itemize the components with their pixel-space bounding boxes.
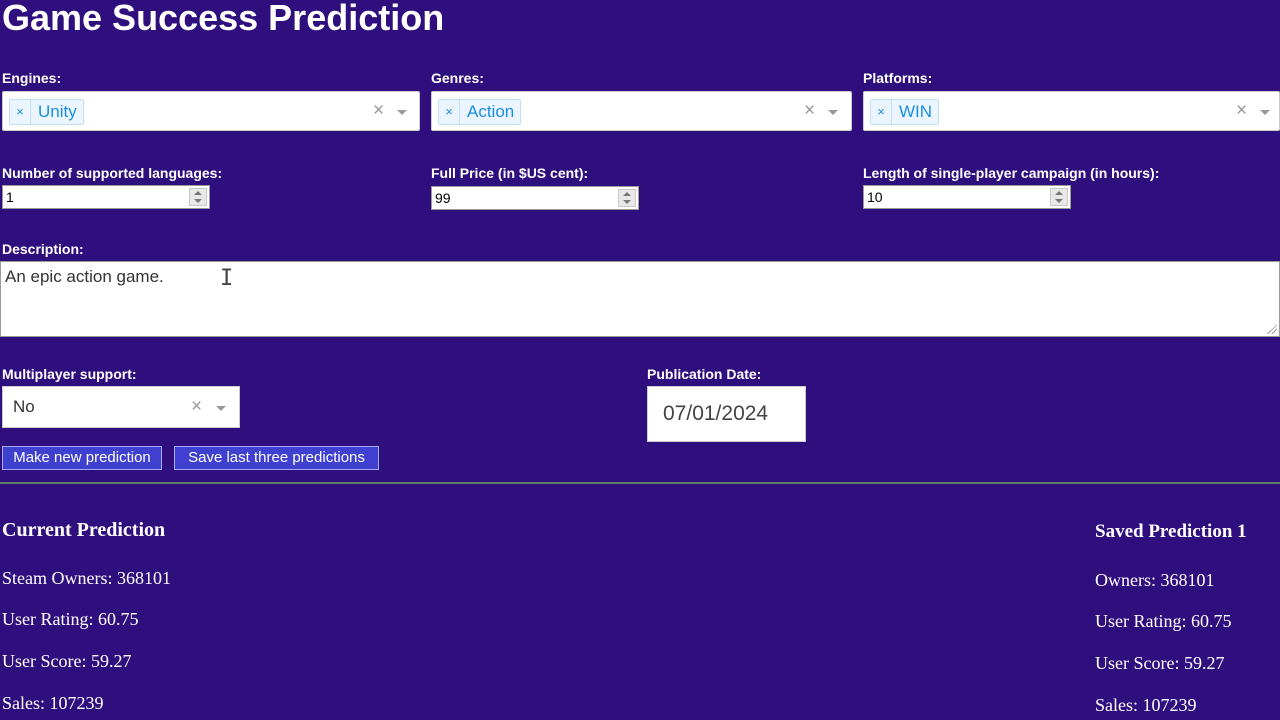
platform-chip-label: WIN [899,102,933,121]
chevron-down-icon[interactable] [828,110,838,115]
page-title: Game Success Prediction [2,0,445,38]
make-prediction-button[interactable]: Make new prediction [2,446,162,470]
description-textarea[interactable]: An epic action game. [0,261,1280,337]
current-score: User Score: 59.27 [2,651,132,671]
clear-icon[interactable]: × [373,101,384,121]
remove-chip-icon[interactable]: × [871,100,892,124]
languages-input[interactable]: 1 [2,185,210,209]
publication-date-value: 07/01/2024 [663,402,769,425]
engines-label: Engines: [2,70,62,86]
text-cursor-icon: I [220,266,234,291]
genre-chip-label: Action [467,102,515,121]
platforms-select[interactable]: × WIN × [863,91,1280,131]
platforms-label: Platforms: [863,70,933,86]
save-predictions-button[interactable]: Save last three predictions [174,446,379,470]
genres-select[interactable]: × Action × [431,91,852,131]
clear-icon[interactable]: × [1236,101,1247,121]
clear-icon[interactable]: × [191,397,202,417]
saved-owners: Owners: 368101 [1095,570,1215,590]
divider [0,482,1280,484]
multiplayer-value: No [13,397,35,416]
description-label: Description: [2,241,84,257]
remove-chip-icon[interactable]: × [10,100,31,124]
current-rating: User Rating: 60.75 [2,609,139,629]
saved-prediction-heading: Saved Prediction 1 [1095,521,1247,542]
spinner-icon[interactable] [618,189,636,207]
current-prediction-heading: Current Prediction [2,519,166,541]
resize-handle-icon[interactable] [1267,324,1277,334]
saved-rating: User Rating: 60.75 [1095,611,1232,631]
chevron-down-icon[interactable] [216,406,226,411]
campaign-input[interactable]: 10 [863,185,1071,209]
spinner-icon[interactable] [189,188,207,206]
current-sales: Sales: 107239 [2,693,104,713]
spinner-icon[interactable] [1050,188,1068,206]
saved-sales: Sales: 107239 [1095,695,1197,715]
campaign-value: 10 [867,189,883,205]
publication-date-label: Publication Date: [647,366,762,382]
engines-select[interactable]: × Unity × [2,91,420,131]
genres-label: Genres: [431,70,484,86]
current-owners: Steam Owners: 368101 [2,568,171,588]
genre-chip-action: × Action [438,99,522,125]
price-input[interactable]: 99 [431,186,639,210]
clear-icon[interactable]: × [804,101,815,121]
engine-chip-unity: × Unity [9,99,84,125]
publication-date-input[interactable]: 07/01/2024 [647,386,806,442]
price-label: Full Price (in $US cent): [431,165,589,181]
saved-score: User Score: 59.27 [1095,653,1225,673]
engine-chip-label: Unity [38,102,77,121]
chevron-down-icon[interactable] [1260,110,1270,115]
chevron-down-icon[interactable] [397,110,407,115]
platform-chip-win: × WIN [870,99,940,125]
languages-label: Number of supported languages: [2,165,223,181]
remove-chip-icon[interactable]: × [439,100,460,124]
description-value: An epic action game. [5,267,164,286]
languages-value: 1 [6,189,14,205]
multiplayer-select[interactable]: No × [2,386,240,428]
price-value: 99 [435,190,451,206]
campaign-label: Length of single-player campaign (in hou… [863,165,1160,181]
multiplayer-label: Multiplayer support: [2,366,137,382]
